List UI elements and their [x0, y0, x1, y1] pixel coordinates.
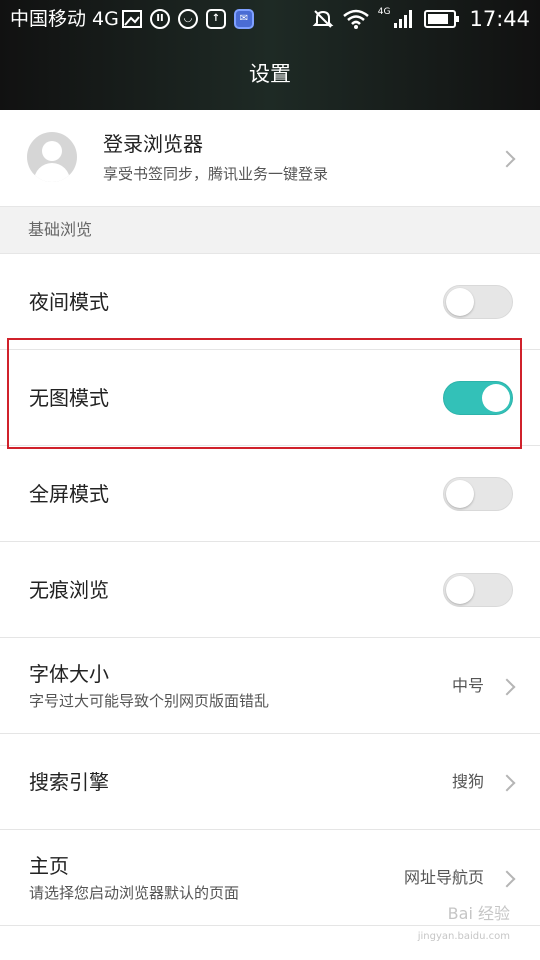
setting-label: 无痕浏览 [29, 578, 109, 602]
setting-label: 主页 [29, 854, 69, 878]
face-icon: ◡ [178, 9, 198, 29]
page-title: 设置 [249, 62, 291, 86]
search-engine-value: 搜狗 [451, 772, 484, 791]
chevron-right-icon [498, 870, 516, 888]
pause-icon: II [150, 9, 170, 29]
network-type: 4G [377, 7, 391, 17]
section-header: 基础浏览 [0, 206, 540, 254]
setting-label: 夜间模式 [29, 290, 109, 314]
image-icon [122, 10, 142, 28]
clock: 17:44 [469, 7, 530, 31]
setting-label: 搜索引擎 [29, 770, 109, 794]
font-size-value: 中号 [451, 676, 484, 695]
login-title: 登录浏览器 [103, 132, 203, 156]
incognito-toggle[interactable] [443, 573, 513, 607]
watermark-url: jingyan.baidu.com [417, 931, 510, 942]
setting-label: 字体大小 [29, 662, 109, 686]
carrier-label: 中国移动 4G [10, 8, 119, 30]
app-icon: ✉ [234, 9, 254, 29]
setting-subtitle: 字号过大可能导致个别网页版面错乱 [29, 692, 270, 710]
system-icons: 4G 17:44 [312, 5, 530, 33]
fullscreen-mode-toggle[interactable] [443, 477, 513, 511]
battery-icon [424, 10, 460, 28]
chevron-right-icon [498, 774, 516, 792]
usb-icon: ↑ [206, 9, 226, 29]
setting-row-search-engine[interactable]: 搜索引擎 搜狗 [0, 734, 540, 830]
setting-row-fullscreen-mode[interactable]: 全屏模式 [0, 446, 540, 542]
section-label: 基础浏览 [28, 220, 93, 239]
setting-row-night-mode[interactable]: 夜间模式 [0, 254, 540, 350]
wifi-icon [342, 9, 369, 29]
login-row[interactable]: 登录浏览器 享受书签同步，腾讯业务一键登录 [0, 110, 540, 206]
login-subtitle: 享受书签同步，腾讯业务一键登录 [103, 165, 329, 183]
notification-icons: II ◡ ↑ ✉ [122, 8, 254, 30]
chevron-right-icon [498, 150, 516, 168]
setting-subtitle: 请选择您启动浏览器默认的页面 [29, 884, 240, 902]
setting-row-incognito[interactable]: 无痕浏览 [0, 542, 540, 638]
night-mode-toggle[interactable] [443, 285, 513, 319]
signal-icon [394, 10, 413, 28]
setting-row-font-size[interactable]: 字体大小 字号过大可能导致个别网页版面错乱 中号 [0, 638, 540, 734]
top-bar: 中国移动 4G II ◡ ↑ ✉ 4G 17:44 设置 [0, 0, 540, 110]
watermark-logo: Bai 经验 [447, 904, 510, 923]
avatar-icon [27, 132, 77, 182]
home-page-value: 网址导航页 [403, 868, 484, 887]
setting-label: 全屏模式 [29, 482, 109, 506]
mute-icon [312, 10, 334, 28]
status-bar: 中国移动 4G II ◡ ↑ ✉ 4G 17:44 [0, 0, 540, 38]
chevron-right-icon [498, 678, 516, 696]
highlight-annotation [7, 338, 522, 449]
